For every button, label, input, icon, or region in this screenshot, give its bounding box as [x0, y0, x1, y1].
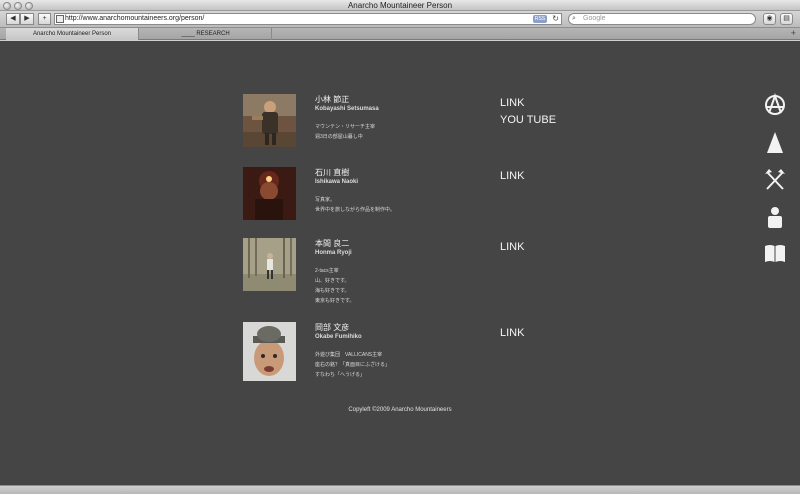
person-name-jp: 岡部 文彦 — [315, 323, 350, 332]
reload-icon[interactable]: ↻ — [552, 14, 559, 24]
address-bar[interactable]: http://www.anarchomountaineers.org/perso… — [54, 13, 562, 25]
description-line: 東京も好きです。 — [315, 298, 355, 304]
page-favicon-icon — [56, 15, 64, 23]
footer-copyleft: Copyleft ©2009 Anarcho Mountaineers — [348, 407, 452, 413]
description-line: マウンテン・リサーチ主宰 — [315, 124, 376, 130]
crossed-axes-icon[interactable] — [763, 167, 787, 191]
back-button[interactable]: ◀ — [6, 13, 20, 25]
anarchy-a-icon[interactable] — [763, 92, 787, 117]
page-content: 小林 節正 Kobayashi Setsumasa マウンテン・リサーチ主宰 週… — [0, 41, 800, 485]
person-name-en: Kobayashi Setsumasa — [315, 106, 379, 112]
person-photo — [243, 238, 296, 291]
add-bookmark-button[interactable]: + — [38, 13, 51, 25]
snapback-button[interactable]: ◉ — [763, 13, 776, 25]
forward-button[interactable]: ▶ — [20, 13, 34, 25]
person-description: 写真家。 世界中を旅しながら作品を制作中。 — [315, 195, 395, 215]
description-line: 2-tacs主宰 — [315, 268, 339, 274]
search-placeholder: Google — [583, 15, 606, 22]
new-tab-button[interactable]: + — [791, 28, 796, 39]
person-link[interactable]: LINK — [500, 170, 524, 182]
person-description: 外遊び集団 VALLICANS主宰 座右の銘？「真面目にふざける」 すなわち「へ… — [315, 350, 390, 380]
person-link[interactable]: LINK — [500, 327, 524, 339]
person-name-jp: 石川 直樹 — [315, 168, 350, 177]
person-photo — [243, 322, 296, 381]
person-photo — [243, 94, 296, 147]
youtube-link[interactable]: YOU TUBE — [500, 114, 556, 126]
description-line: 山、好きです。 — [315, 278, 350, 284]
person-description: マウンテン・リサーチ主宰 週3日の部屋山暮し中 — [315, 122, 375, 142]
person-photo — [243, 167, 296, 220]
description-line: 週3日の部屋山暮し中 — [315, 134, 363, 140]
tab-anarcho-mountaineer-person[interactable]: Anarcho Mountaineer Person — [6, 28, 139, 40]
mountain-icon[interactable] — [763, 131, 787, 155]
tab-research[interactable]: ____ RESEARCH — [140, 28, 272, 40]
description-line: 座右の銘？「真面目にふざける」 — [315, 362, 391, 368]
description-line: 海も好きです。 — [315, 288, 350, 294]
search-icon: ⌕ — [572, 15, 576, 22]
person-name-en: Honma Ryoji — [315, 250, 352, 256]
browser-toolbar: ◀ ▶ + http://www.anarchomountaineers.org… — [0, 11, 800, 28]
description-line: すなわち「へうげる」 — [315, 372, 366, 378]
person-name-jp: 本間 良二 — [315, 239, 350, 248]
rss-icon[interactable]: RSS — [533, 15, 547, 23]
person-name-en: Ishikawa Naoki — [315, 179, 359, 185]
person-description: 2-tacs主宰 山、好きです。 海も好きです。 東京も好きです。 — [315, 266, 355, 306]
description-line: 世界中を旅しながら作品を制作中。 — [315, 207, 396, 213]
description-line: 外遊び集団 VALLICANS主宰 — [315, 352, 383, 358]
address-url[interactable]: http://www.anarchomountaineers.org/perso… — [65, 14, 204, 24]
person-icon[interactable] — [763, 205, 787, 229]
person-name-en: Okabe Fumihiko — [315, 334, 362, 340]
tab-bar: Anarcho Mountaineer Person ____ RESEARCH… — [0, 28, 800, 40]
person-link[interactable]: LINK — [500, 241, 524, 253]
person-link[interactable]: LINK — [500, 97, 524, 109]
browser-window: Anarcho Mountaineer Person ◀ ▶ + http://… — [0, 0, 800, 494]
person-name-jp: 小林 節正 — [315, 95, 350, 104]
search-input[interactable]: ⌕ Google — [568, 13, 756, 25]
book-icon[interactable] — [763, 241, 787, 265]
status-bar — [0, 485, 800, 494]
title-bar: Anarcho Mountaineer Person — [0, 0, 800, 11]
description-line: 写真家。 — [315, 197, 336, 203]
bookmarks-menu-button[interactable]: ▤ — [780, 13, 793, 25]
window-title: Anarcho Mountaineer Person — [347, 1, 453, 10]
